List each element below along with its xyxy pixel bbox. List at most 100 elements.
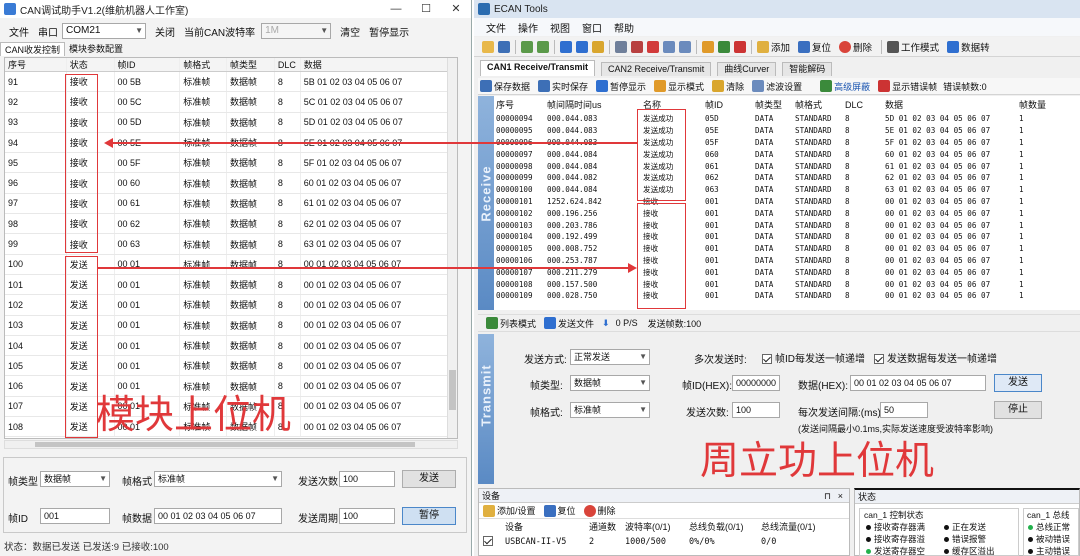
device-row[interactable]: USBCAN-II-V5 2 1000/500 0%/0% 0/0 (479, 534, 849, 549)
tab-module-config[interactable]: 模块参数配置 (65, 42, 127, 56)
panel-close-icon[interactable]: × (838, 489, 843, 503)
col-header[interactable]: 帧间隔时间us (545, 98, 641, 111)
menu-window[interactable]: 窗口 (582, 20, 602, 35)
col-header[interactable]: 设备 (505, 520, 589, 533)
table-row[interactable]: 00000103 000.203.786 接收 001 DATA STANDARD 8 00 … (494, 219, 1080, 231)
col-header[interactable]: 帧ID (115, 58, 181, 71)
pause-icon[interactable] (560, 40, 572, 53)
clear-icon[interactable] (592, 40, 604, 53)
tab-curve[interactable]: 曲线Curver (717, 62, 777, 76)
reset-icon[interactable] (798, 40, 811, 53)
delete-device-button[interactable]: 删除 (853, 40, 872, 54)
col-header[interactable]: 数据 (883, 98, 1017, 111)
transmit-send-button[interactable]: 发送 (994, 374, 1042, 392)
device-checkbox[interactable] (479, 536, 505, 547)
data-increment-checkbox[interactable]: 发送数据每发送一帧递增 (874, 350, 997, 365)
transfer-icon[interactable] (718, 40, 730, 53)
table-row[interactable]: 00000099 000.044.082 发送成功 062 DATA STANDARD 8 6… (494, 172, 1080, 184)
frame-id-input[interactable]: 001 (40, 508, 110, 524)
col-header[interactable]: 序号 (5, 58, 67, 71)
col-header[interactable]: 数据 (301, 58, 457, 71)
col-header[interactable]: DLC (275, 58, 301, 71)
save-data-button[interactable]: 保存数据 (478, 80, 530, 93)
col-header[interactable]: 帧数量 (1017, 98, 1067, 111)
reset-button[interactable]: 复位 (812, 40, 831, 54)
data-convert-button[interactable]: 数据转 (961, 40, 990, 54)
table-row[interactable]: 00000101 1252.624.842 接收 001 DATA STANDARD 8 00… (494, 196, 1080, 208)
scroll-thumb[interactable] (449, 370, 456, 410)
send-file-button[interactable]: 发送文件 (558, 317, 594, 330)
add-settings-button[interactable]: 添加/设置 (497, 504, 536, 517)
col-header[interactable]: 总线流量(0/1) (761, 520, 833, 533)
frame-type-select[interactable]: 数据帧 ▼ (570, 375, 650, 391)
col-header[interactable]: 帧格式 (793, 98, 843, 111)
send-count-input[interactable]: 100 (732, 402, 780, 418)
col-header[interactable]: 帧格式 (180, 58, 228, 71)
find-icon[interactable] (663, 40, 675, 53)
left-vertical-scrollbar[interactable] (447, 58, 457, 438)
filter-icon[interactable] (679, 40, 691, 53)
table-row[interactable]: 00000105 000.008.752 接收 001 DATA STANDARD 8 00 … (494, 243, 1080, 255)
tab-can-control[interactable]: CAN收发控制 (0, 42, 66, 56)
id-increment-checkbox[interactable]: 帧ID每发送一帧递增 (762, 350, 865, 365)
menu-help[interactable]: 帮助 (614, 20, 634, 35)
panel-pin-icon[interactable]: ⊓ (824, 489, 831, 503)
pause-display-button[interactable]: 暂停显示 (594, 80, 646, 93)
table-row[interactable]: 00000095 000.044.083 发送成功 05E DATA STANDARD 8 5… (494, 125, 1080, 137)
realtime-save-button[interactable]: 实时保存 (536, 80, 588, 93)
menu-operate[interactable]: 操作 (518, 20, 538, 35)
clear-button[interactable]: 清除 (710, 80, 744, 93)
tab-can2[interactable]: CAN2 Receive/Transmit (601, 62, 712, 76)
clear-button[interactable]: 清空 (340, 24, 360, 39)
col-header[interactable]: 波特率(0/1) (625, 520, 689, 533)
device-reset-button[interactable]: 复位 (558, 504, 576, 517)
col-header[interactable]: 帧类型 (753, 98, 793, 111)
device-icon[interactable] (537, 40, 549, 53)
save-icon[interactable] (498, 40, 510, 53)
table-row[interactable]: 00000109 000.028.750 接收 001 DATA STANDARD 8 00 … (494, 290, 1080, 302)
col-header[interactable]: DLC (843, 100, 883, 110)
data-hex-input[interactable]: 00 01 02 03 04 05 06 07 (850, 375, 986, 391)
device-delete-button[interactable]: 删除 (598, 504, 616, 517)
baud-select[interactable]: 1M ▼ (261, 23, 332, 39)
add-device-button[interactable]: 添加 (771, 40, 790, 54)
col-header[interactable]: 帧类型 (227, 58, 275, 71)
stop-icon[interactable] (576, 40, 588, 53)
table-row[interactable]: 00000100 000.044.084 发送成功 063 DATA STANDARD 8 6… (494, 184, 1080, 196)
pause-display-button[interactable]: 暂停显示 (369, 24, 409, 39)
frame-data-input[interactable]: 00 01 02 03 04 05 06 07 (154, 508, 282, 524)
close-port-button[interactable]: 关闭 (155, 24, 175, 39)
interval-input[interactable]: 50 (880, 402, 928, 418)
pause-send-button[interactable]: 暂停 (402, 507, 456, 525)
table-row[interactable]: 00000108 000.157.500 接收 001 DATA STANDARD 8 00 … (494, 278, 1080, 290)
frame-type-select[interactable]: 数据帧 ▼ (40, 471, 110, 487)
minus-icon[interactable] (734, 40, 746, 53)
send-button[interactable]: 发送 (402, 470, 456, 488)
tab-smart-decode[interactable]: 智能解码 (782, 62, 833, 76)
maximize-icon[interactable]: ☐ (411, 0, 441, 18)
table-row[interactable]: 00000098 000.044.084 发送成功 061 DATA STANDARD 8 6… (494, 160, 1080, 172)
cut-icon[interactable] (631, 40, 643, 53)
col-header[interactable]: 帧ID (703, 98, 753, 111)
stop-button[interactable]: 停止 (994, 401, 1042, 419)
table-row[interactable]: 00000102 000.196.256 接收 001 DATA STANDARD 8 00 … (494, 207, 1080, 219)
scroll-thumb[interactable] (35, 442, 415, 447)
work-mode-icon[interactable] (887, 40, 900, 53)
copy-icon[interactable] (615, 40, 627, 53)
table-row[interactable]: 00000104 000.192.499 接收 001 DATA STANDARD 8 00 … (494, 231, 1080, 243)
convert-icon[interactable] (947, 40, 960, 53)
display-mode-button[interactable]: 显示模式 (652, 80, 704, 93)
add-icon[interactable] (757, 40, 769, 53)
filter-settings-button[interactable]: 滤波设置 (750, 80, 802, 93)
col-header[interactable]: 序号 (494, 98, 545, 111)
delete-device-icon[interactable] (839, 40, 852, 53)
work-mode-button[interactable]: 工作模式 (901, 40, 939, 54)
col-header[interactable]: 状态 (67, 58, 115, 71)
menu-view[interactable]: 视图 (550, 20, 570, 35)
close-icon[interactable]: ✕ (441, 0, 471, 18)
send-count-input[interactable]: 100 (339, 471, 395, 487)
left-horizontal-scrollbar[interactable] (4, 440, 458, 449)
open-folder-icon[interactable] (482, 40, 494, 53)
table-row[interactable]: 00000094 000.044.083 发送成功 05D DATA STANDARD 8 5… (494, 113, 1080, 125)
swap-icon[interactable] (702, 40, 714, 53)
